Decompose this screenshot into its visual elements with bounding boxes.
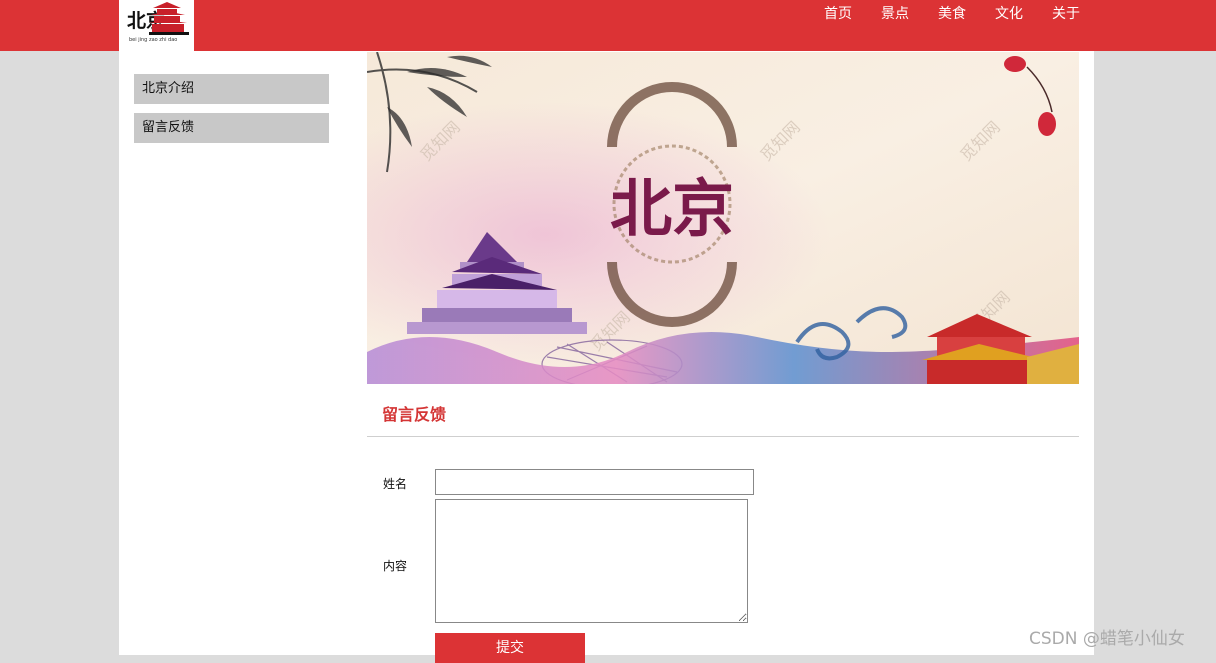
content-label: 内容: [383, 559, 408, 573]
submit-button[interactable]: 提交: [435, 633, 585, 663]
logo-subtext: bei jing zao zhi dao: [129, 37, 177, 43]
sidebar-item-intro[interactable]: 北京介绍: [134, 74, 329, 104]
section-title: 留言反馈: [382, 405, 447, 424]
csdn-watermark: CSDN @蜡笔小仙女: [1029, 629, 1185, 649]
banner-title: 北京: [610, 172, 734, 245]
nav-culture[interactable]: 文化: [995, 6, 1023, 22]
banner-image: 北京 觅知网 觅知网 觅知网 觅知网 觅知网: [367, 52, 1079, 384]
sidebar: 北京介绍 留言反馈: [134, 74, 329, 152]
content-textarea[interactable]: [435, 499, 748, 623]
nav-about[interactable]: 关于: [1052, 6, 1080, 22]
divider: [367, 436, 1079, 437]
sidebar-item-feedback[interactable]: 留言反馈: [134, 113, 329, 143]
name-input[interactable]: [435, 469, 754, 495]
top-navbar: 北京 bei jing zao zhi dao 首页 景点 美食 文化 关于: [0, 0, 1216, 51]
site-logo[interactable]: 北京 bei jing zao zhi dao: [119, 0, 194, 51]
nav-attractions[interactable]: 景点: [881, 6, 909, 22]
main-nav: 首页 景点 美食 文化 关于: [795, 6, 1080, 22]
page-container: 北京介绍 留言反馈 北京 觅知网 觅知网 觅知网 觅知网 觅知网 留言反馈 姓名…: [119, 51, 1094, 663]
nav-food[interactable]: 美食: [938, 6, 966, 22]
pagoda-icon: [149, 2, 189, 35]
name-label: 姓名: [383, 477, 408, 491]
nav-home[interactable]: 首页: [824, 6, 852, 22]
